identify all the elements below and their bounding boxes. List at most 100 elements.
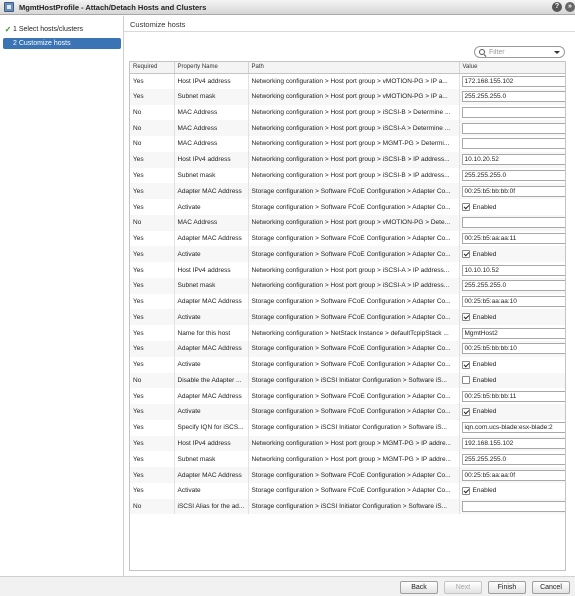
value-input[interactable]: 255.255.255.0: [461, 169, 565, 181]
value-input[interactable]: 00:25:b5:aa:aa:11: [461, 233, 565, 245]
enabled-toggle[interactable]: Enabled: [461, 249, 565, 260]
value-input[interactable]: [461, 122, 565, 134]
required-cell: No: [130, 104, 175, 121]
value-cell: Enabled: [459, 482, 565, 499]
enabled-toggle[interactable]: Enabled: [461, 202, 565, 213]
value-input[interactable]: 00:25:b5:aa:aa:0f: [461, 469, 565, 481]
required-cell: Yes: [130, 246, 175, 263]
table-row[interactable]: Yes Activate Storage configuration > Softw…: [130, 246, 565, 263]
next-button[interactable]: Next: [444, 581, 482, 594]
value-input[interactable]: 255.255.255.0: [461, 91, 565, 103]
checkbox-checked[interactable]: [461, 203, 470, 211]
value-input[interactable]: 10.10.10.52: [461, 264, 565, 276]
column-header-property-name[interactable]: Property Name: [174, 62, 249, 74]
checkbox-checked[interactable]: [461, 250, 470, 259]
enabled-toggle[interactable]: Enabled: [461, 359, 565, 370]
table-row[interactable]: No MAC Address Networking configuration > …: [130, 214, 565, 231]
table-row[interactable]: Yes Adapter MAC Address Storage configurat…: [130, 341, 565, 357]
back-button[interactable]: Back: [400, 581, 438, 594]
table-row[interactable]: Yes Adapter MAC Address Storage configurat…: [130, 293, 565, 310]
table-row[interactable]: Yes Adapter MAC Address Storage configurat…: [130, 388, 565, 405]
filter-input[interactable]: [489, 48, 549, 56]
table-row[interactable]: Yes Host IPv4 address Networking configura…: [130, 151, 565, 168]
required-cell: Yes: [130, 88, 175, 105]
value-input[interactable]: [461, 138, 565, 150]
column-header-required[interactable]: Required: [130, 62, 175, 74]
column-header-value[interactable]: Value: [459, 62, 565, 74]
table-row[interactable]: No MAC Address Networking configuration > …: [130, 136, 565, 152]
checkbox-checked[interactable]: [461, 313, 470, 322]
enabled-toggle[interactable]: Enabled: [461, 312, 565, 323]
enabled-toggle[interactable]: Enabled: [461, 406, 565, 417]
value-input[interactable]: MgmtHost2: [461, 327, 565, 339]
finish-button[interactable]: Finish: [488, 581, 526, 594]
value-input[interactable]: 10.10.20.52: [461, 154, 565, 166]
table-row[interactable]: Yes Activate Storage configuration > Softw…: [130, 309, 565, 326]
required-cell: Yes: [130, 419, 175, 436]
value-input[interactable]: 00:25:b5:bb:bb:11: [461, 390, 565, 402]
step-label: 2 Customize hosts: [13, 40, 71, 47]
value-input[interactable]: 255.255.255.0: [461, 280, 565, 292]
enabled-toggle[interactable]: Enabled: [461, 375, 565, 386]
value-cell: 255.255.255.0: [459, 88, 565, 105]
required-cell: Yes: [130, 309, 175, 326]
value-cell: 00:25:b5:bb:bb:0f: [459, 183, 565, 200]
enabled-toggle[interactable]: Enabled: [461, 485, 565, 496]
value-input[interactable]: 172.168.155.102: [461, 75, 565, 87]
checkbox-checked[interactable]: [461, 407, 470, 416]
table-row[interactable]: No MAC Address Networking configuration > …: [130, 104, 565, 121]
checkbox-checked[interactable]: [461, 486, 470, 495]
table-row[interactable]: No Disable the Adapter ... Storage configu…: [130, 372, 565, 389]
path-cell: Networking configuration > Host port gro…: [248, 151, 460, 168]
expand-icon[interactable]: »: [565, 2, 575, 12]
value-input[interactable]: 255.255.255.0: [461, 453, 565, 465]
table-row[interactable]: Yes Subnet mask Networking configuration >…: [130, 277, 565, 294]
value-input[interactable]: [461, 501, 565, 513]
table-row[interactable]: Yes Activate Storage configuration > Softw…: [130, 404, 565, 420]
path-cell: Networking configuration > Host port gro…: [248, 88, 460, 105]
table-row[interactable]: Yes Host IPv4 address Networking configura…: [130, 435, 565, 452]
table-row[interactable]: Yes Activate Storage configuration > Softw…: [130, 199, 565, 215]
value-input[interactable]: [461, 217, 565, 229]
table-row[interactable]: Yes Subnet mask Networking configuration >…: [130, 88, 565, 105]
table-row[interactable]: Yes Activate Storage configuration > Softw…: [130, 356, 565, 373]
table-row[interactable]: Yes Host IPv4 address Networking configura…: [130, 262, 565, 278]
value-cell: 00:25:b5:aa:aa:10: [459, 293, 565, 310]
value-input[interactable]: [461, 106, 565, 118]
help-icon[interactable]: ?: [552, 2, 562, 12]
table-row[interactable]: No MAC Address Networking configuration > …: [130, 120, 565, 137]
required-cell: Yes: [130, 151, 175, 168]
property-name-cell: Subnet mask: [174, 167, 249, 184]
step-select-hosts[interactable]: ✓ 1 Select hosts/clusters: [3, 24, 121, 35]
property-name-cell: Name for this host: [174, 325, 249, 342]
table-row[interactable]: Yes Adapter MAC Address Storage configurat…: [130, 183, 565, 200]
required-cell: Yes: [130, 167, 175, 184]
path-cell: Networking configuration > Host port gro…: [248, 435, 460, 452]
chevron-down-icon[interactable]: [554, 51, 560, 54]
checkbox-unchecked[interactable]: [461, 376, 470, 385]
path-cell: Storage configuration > Software FCoE Co…: [248, 183, 460, 200]
filter-field[interactable]: [474, 46, 565, 58]
table-row[interactable]: Yes Specify IQN for iSCS... Storage config…: [130, 419, 565, 436]
value-input[interactable]: iqn.com.ucs-blade:esx-blade:2: [461, 422, 565, 434]
column-header-path[interactable]: Path: [248, 62, 460, 74]
value-input[interactable]: 00:25:b5:bb:bb:10: [461, 343, 565, 355]
checkbox-checked[interactable]: [461, 360, 470, 369]
step-customize-hosts[interactable]: 2 Customize hosts: [3, 38, 121, 49]
value-input[interactable]: 00:25:b5:aa:aa:10: [461, 296, 565, 308]
table-row[interactable]: No iSCSI Alias for the ad... Storage confi…: [130, 498, 565, 515]
cancel-button[interactable]: Cancel: [532, 581, 570, 594]
value-input[interactable]: 192.168.155.102: [461, 437, 565, 449]
value-input[interactable]: 00:25:b5:bb:bb:0f: [461, 185, 565, 197]
table-row[interactable]: Yes Subnet mask Networking configuration >…: [130, 451, 565, 468]
table-row[interactable]: Yes Adapter MAC Address Storage configurat…: [130, 467, 565, 483]
table-row[interactable]: Yes Activate Storage configuration > Softw…: [130, 482, 565, 499]
required-cell: Yes: [130, 293, 175, 310]
property-name-cell: Subnet mask: [174, 451, 249, 468]
value-cell: Enabled: [459, 309, 565, 326]
value-cell: 255.255.255.0: [459, 277, 565, 294]
table-row[interactable]: Yes Adapter MAC Address Storage configurat…: [130, 230, 565, 247]
table-row[interactable]: Yes Name for this host Networking configur…: [130, 325, 565, 342]
table-row[interactable]: Yes Host IPv4 address Networking configura…: [130, 73, 565, 89]
table-row[interactable]: Yes Subnet mask Networking configuration >…: [130, 167, 565, 184]
